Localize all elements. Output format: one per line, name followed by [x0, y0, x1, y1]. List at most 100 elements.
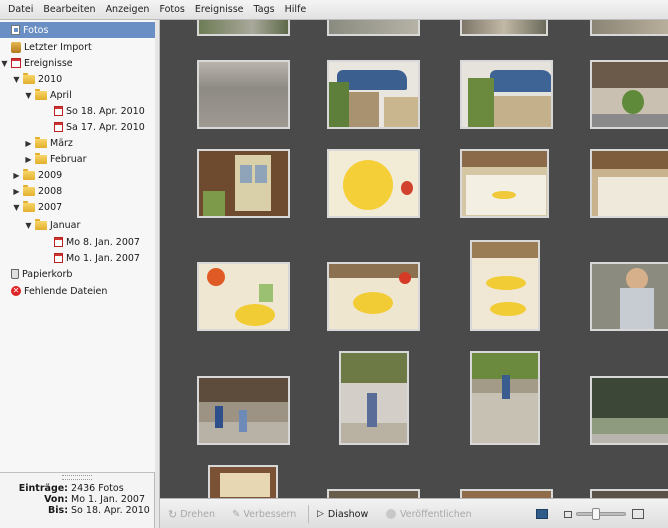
- photo-thumbnail[interactable]: [197, 376, 290, 445]
- info-to-value: So 18. Apr. 2010: [71, 505, 150, 516]
- expander-expanded-icon[interactable]: ▼: [12, 75, 21, 84]
- sidebar-item-trash[interactable]: Papierkorb: [0, 266, 155, 282]
- photo-thumbnail[interactable]: [327, 60, 420, 129]
- menu-view[interactable]: Anzeigen: [102, 4, 156, 15]
- publish-label: Veröffentlichen: [400, 508, 472, 520]
- expander-collapsed-icon[interactable]: ▶: [24, 155, 33, 164]
- sidebar-item-month-january[interactable]: ▼ Januar: [0, 217, 179, 233]
- sidebar-item-label: 2010: [38, 73, 63, 85]
- photo-thumbnail[interactable]: [590, 60, 668, 129]
- slideshow-label: Diashow: [327, 508, 369, 520]
- photo-thumbnail[interactable]: [590, 489, 668, 498]
- sidebar-item-events[interactable]: ▼ Ereignisse: [0, 55, 155, 71]
- sidebar-item-label: 2007: [38, 201, 63, 213]
- photo-thumbnail[interactable]: [590, 262, 668, 331]
- calendar-day-icon: [54, 237, 63, 247]
- photo-thumbnail[interactable]: [339, 351, 409, 445]
- zoom-slider-handle[interactable]: [591, 508, 600, 520]
- sidebar-item-label: Fehlende Dateien: [24, 285, 108, 297]
- sidebar-item-label: Letzter Import: [24, 41, 92, 53]
- expander-collapsed-icon[interactable]: ▶: [12, 187, 21, 196]
- photo-grid[interactable]: [160, 20, 668, 498]
- photo-thumbnail[interactable]: [208, 465, 278, 498]
- sidebar-item-month-february[interactable]: ▶ Februar: [0, 151, 179, 167]
- menu-file[interactable]: Datei: [4, 4, 39, 15]
- sidebar-item-year-2009[interactable]: ▶ 2009: [0, 167, 167, 183]
- sidebar-item-label: 2009: [38, 169, 63, 181]
- folder-icon: [23, 200, 35, 212]
- folder-icon: [35, 136, 47, 148]
- calendar-day-icon: [54, 122, 63, 132]
- expander-expanded-icon[interactable]: ▼: [24, 221, 33, 230]
- folder-icon: [23, 184, 35, 196]
- zoom-slider[interactable]: [576, 507, 626, 521]
- photo-thumbnail[interactable]: [327, 149, 420, 218]
- photo-thumbnail[interactable]: [327, 20, 420, 36]
- menu-tags[interactable]: Tags: [250, 4, 281, 15]
- info-from-value: Mo 1. Jan. 2007: [71, 494, 146, 505]
- sidebar-item-label: 2008: [38, 185, 63, 197]
- sidebar-item-label: Sa 17. Apr. 2010: [66, 121, 145, 133]
- sidebar-item-missing-files[interactable]: ✕ Fehlende Dateien: [0, 283, 155, 299]
- expander-expanded-icon[interactable]: ▼: [12, 203, 21, 212]
- import-icon: [11, 41, 21, 53]
- sidebar-item-label: Papierkorb: [22, 268, 73, 280]
- rotate-icon: ↻: [168, 507, 178, 521]
- menu-photos[interactable]: Fotos: [155, 4, 190, 15]
- fit-window-button[interactable]: [536, 507, 548, 521]
- sidebar-item-month-april[interactable]: ▼ April: [0, 87, 179, 103]
- zoom-slider-track: [576, 508, 626, 520]
- photo-thumbnail[interactable]: [197, 262, 290, 331]
- zoom-in-icon[interactable]: [632, 507, 644, 521]
- zoom-out-icon[interactable]: [564, 507, 572, 521]
- photo-thumbnail[interactable]: [590, 149, 668, 218]
- calendar-day-icon: [54, 253, 63, 263]
- folder-icon: [23, 72, 35, 84]
- expander-expanded-icon[interactable]: ▼: [24, 91, 33, 100]
- monitor-icon: [536, 509, 548, 519]
- publish-button[interactable]: Veröffentlichen: [386, 507, 472, 521]
- sidebar: Fotos Letzter Import ▼ Ereignisse ▼ 2010…: [0, 20, 156, 472]
- photo-thumbnail[interactable]: [327, 262, 420, 331]
- expander-collapsed-icon[interactable]: ▶: [24, 139, 33, 148]
- toolbar-separator: [308, 505, 309, 523]
- sidebar-item-last-import[interactable]: Letzter Import: [0, 39, 155, 55]
- photo-thumbnail[interactable]: [197, 20, 290, 36]
- expander-expanded-icon[interactable]: ▼: [0, 59, 9, 68]
- sidebar-item-year-2008[interactable]: ▶ 2008: [0, 183, 167, 199]
- enhance-label: Verbessern: [243, 508, 297, 520]
- rotate-button[interactable]: ↻ Drehen: [168, 507, 215, 521]
- photo-thumbnail[interactable]: [197, 149, 290, 218]
- menu-edit[interactable]: Bearbeiten: [39, 4, 101, 15]
- sidebar-item-label: April: [50, 89, 72, 101]
- trash-icon: [11, 269, 19, 279]
- photo-thumbnail[interactable]: [327, 489, 420, 498]
- sidebar-item-photos[interactable]: Fotos: [0, 22, 155, 38]
- photo-thumbnail[interactable]: [460, 60, 553, 129]
- expander-collapsed-icon[interactable]: ▶: [12, 171, 21, 180]
- photo-thumbnail[interactable]: [460, 149, 549, 218]
- menu-help[interactable]: Hilfe: [281, 4, 313, 15]
- slideshow-button[interactable]: ▷ Diashow: [317, 507, 368, 521]
- folder-icon: [35, 88, 47, 100]
- resize-grip[interactable]: [62, 475, 92, 480]
- photo-thumbnail[interactable]: [590, 376, 668, 445]
- events-icon: [11, 58, 21, 68]
- photo-thumbnail[interactable]: [197, 60, 290, 129]
- enhance-button[interactable]: ✎ Verbessern: [232, 507, 296, 521]
- calendar-day-icon: [54, 106, 63, 116]
- sidebar-item-year-2010[interactable]: ▼ 2010: [0, 71, 167, 87]
- photo-thumbnail[interactable]: [460, 20, 548, 36]
- photo-thumbnail[interactable]: [460, 489, 553, 498]
- sidebar-item-label: Januar: [50, 219, 81, 231]
- sidebar-item-year-2007[interactable]: ▼ 2007: [0, 199, 167, 215]
- sidebar-item-label: Februar: [50, 153, 87, 165]
- menu-events[interactable]: Ereignisse: [191, 4, 250, 15]
- info-from-label: Von:: [44, 494, 68, 505]
- photo-thumbnail[interactable]: [590, 20, 668, 36]
- photo-thumbnail[interactable]: [470, 351, 540, 445]
- sidebar-item-month-march[interactable]: ▶ März: [0, 135, 179, 151]
- sidebar-item-label: Mo 8. Jan. 2007: [66, 236, 140, 248]
- sidebar-item-label: So 18. Apr. 2010: [66, 105, 145, 117]
- photo-thumbnail[interactable]: [470, 240, 540, 331]
